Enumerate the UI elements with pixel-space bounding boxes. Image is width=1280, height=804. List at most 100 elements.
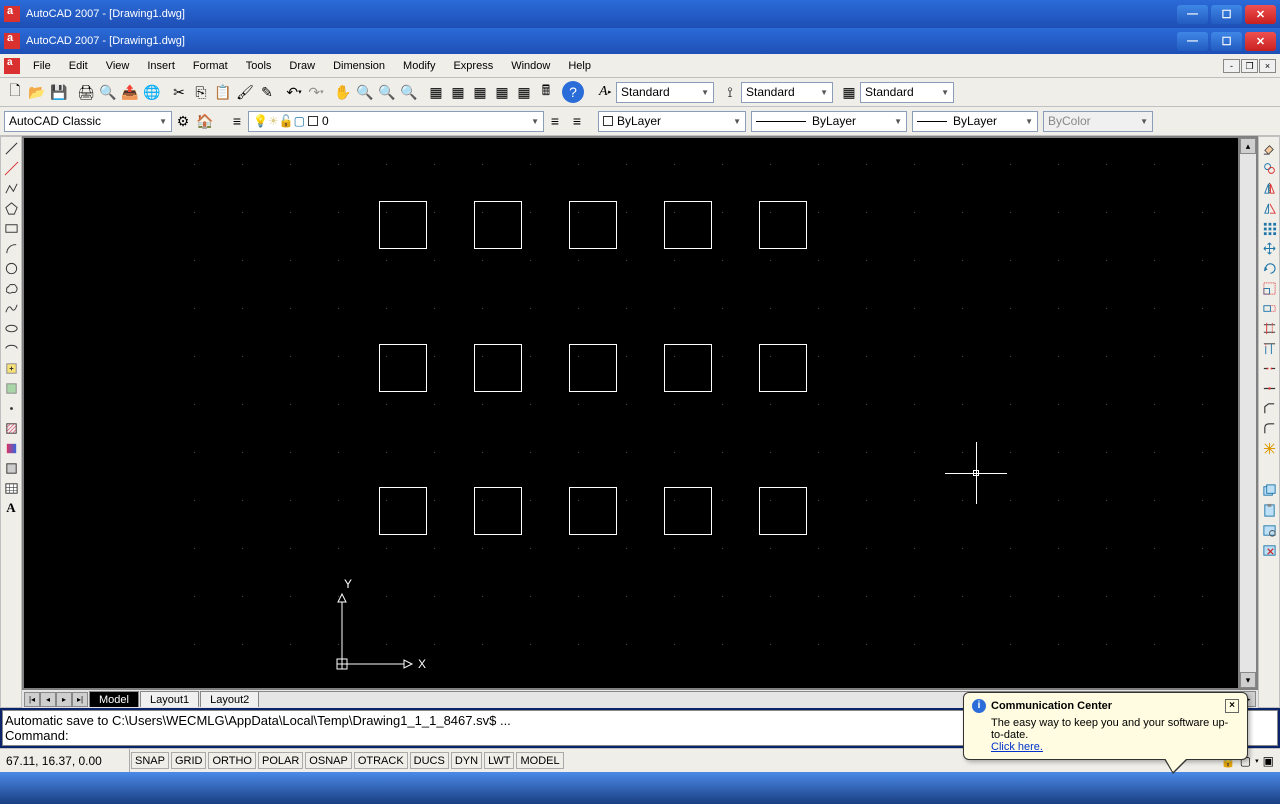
sheetset-button[interactable]: ▦	[491, 81, 513, 103]
mdi-minimize-button[interactable]: -	[1223, 59, 1240, 73]
copy-button[interactable]: ⎘	[190, 81, 212, 103]
drawn-square[interactable]	[759, 487, 807, 535]
erase-button[interactable]	[1260, 139, 1278, 157]
eraser-button[interactable]: ✎	[256, 81, 278, 103]
drawn-square[interactable]	[569, 487, 617, 535]
menu-express[interactable]: Express	[444, 57, 502, 75]
layer-dropdown[interactable]: 💡☀🔓▢ 0▼	[248, 111, 544, 132]
status-model-button[interactable]: MODEL	[516, 752, 563, 769]
mdi-close-button[interactable]: ×	[1259, 59, 1276, 73]
minimize-button[interactable]: —	[1177, 5, 1208, 24]
vertical-scrollbar[interactable]: ▴ ▾	[1240, 138, 1256, 688]
cut-button[interactable]: ✂	[168, 81, 190, 103]
zoom-realtime-button[interactable]: 🔍	[354, 81, 376, 103]
offset-button[interactable]	[1260, 199, 1278, 217]
toolpalettes-button[interactable]: ▦	[469, 81, 491, 103]
trim-button[interactable]	[1260, 319, 1278, 337]
array-button[interactable]	[1260, 219, 1278, 237]
ellipse-button[interactable]	[2, 319, 20, 337]
app-icon-small[interactable]	[4, 58, 20, 74]
inner-minimize-button[interactable]: —	[1177, 32, 1208, 51]
tab-first-button[interactable]: |◂	[24, 692, 40, 707]
menu-edit[interactable]: Edit	[60, 57, 97, 75]
undo-button[interactable]: ↶▾	[283, 81, 305, 103]
revcloud-button[interactable]	[2, 279, 20, 297]
drawn-square[interactable]	[664, 344, 712, 392]
gradient-button[interactable]	[2, 439, 20, 457]
point-button[interactable]	[2, 399, 20, 417]
drawn-square[interactable]	[664, 201, 712, 249]
open-button[interactable]: 📂	[26, 81, 48, 103]
window-copy-button[interactable]	[1260, 481, 1278, 499]
tablestyle-icon[interactable]: ▦	[838, 81, 860, 103]
xline-button[interactable]	[2, 159, 20, 177]
lineweight-dropdown[interactable]: ByLayer▼	[912, 111, 1038, 132]
drawn-square[interactable]	[474, 487, 522, 535]
explode-button[interactable]	[1260, 439, 1278, 457]
plot-preview-button[interactable]: 🔍	[97, 81, 119, 103]
rotate-button[interactable]	[1260, 259, 1278, 277]
inner-maximize-button[interactable]: ☐	[1211, 32, 1242, 51]
copy-tool-button[interactable]	[1260, 159, 1278, 177]
menu-draw[interactable]: Draw	[280, 57, 324, 75]
drawing-canvas[interactable]: X Y	[24, 138, 1238, 688]
menu-dimension[interactable]: Dimension	[324, 57, 394, 75]
status-cleanscreen-icon[interactable]: ▣	[1263, 754, 1274, 768]
workspace-dropdown[interactable]: AutoCAD Classic▼	[4, 111, 172, 132]
color-dropdown[interactable]: ByLayer▼	[598, 111, 746, 132]
pan-button[interactable]: ✋	[332, 81, 354, 103]
drawn-square[interactable]	[474, 201, 522, 249]
textstyle-icon[interactable]: A▸	[594, 81, 616, 103]
tab-prev-button[interactable]: ◂	[40, 692, 56, 707]
maximize-button[interactable]: ☐	[1211, 5, 1242, 24]
redo-button[interactable]: ↷▾	[305, 81, 327, 103]
scroll-up-button[interactable]: ▴	[1240, 138, 1256, 154]
menu-modify[interactable]: Modify	[394, 57, 444, 75]
region-button[interactable]	[2, 459, 20, 477]
tab-last-button[interactable]: ▸|	[72, 692, 88, 707]
dimstyle-icon[interactable]: ⟟	[719, 81, 741, 103]
menu-help[interactable]: Help	[559, 57, 600, 75]
new-button[interactable]: 🗋	[4, 81, 26, 103]
coordinates-readout[interactable]: 67.11, 16.37, 0.00	[0, 749, 130, 772]
menu-file[interactable]: File	[24, 57, 60, 75]
polyline-button[interactable]	[2, 179, 20, 197]
drawn-square[interactable]	[474, 344, 522, 392]
plot-button[interactable]: 🖨	[75, 81, 97, 103]
save-button[interactable]: 💾	[48, 81, 70, 103]
linetype-dropdown[interactable]: ByLayer▼	[751, 111, 907, 132]
close-button[interactable]: ✕	[1245, 5, 1276, 24]
drawn-square[interactable]	[569, 344, 617, 392]
menu-view[interactable]: View	[97, 57, 139, 75]
extend-button[interactable]	[1260, 339, 1278, 357]
communication-center-close-button[interactable]: ×	[1225, 699, 1239, 713]
arc-button[interactable]	[2, 239, 20, 257]
stretch-button[interactable]	[1260, 299, 1278, 317]
fillet-button[interactable]	[1260, 419, 1278, 437]
status-dyn-button[interactable]: DYN	[451, 752, 482, 769]
help-button[interactable]: ?	[562, 81, 584, 103]
markup-button[interactable]: ▦	[513, 81, 535, 103]
menu-tools[interactable]: Tools	[237, 57, 281, 75]
designcenter-button[interactable]: ▦	[447, 81, 469, 103]
drawn-square[interactable]	[759, 344, 807, 392]
tab-layout2[interactable]: Layout2	[200, 691, 259, 707]
tab-model[interactable]: Model	[89, 691, 139, 707]
mirror-button[interactable]	[1260, 179, 1278, 197]
status-options-icon[interactable]: ▾	[1255, 757, 1259, 765]
rectangle-button[interactable]	[2, 219, 20, 237]
menu-format[interactable]: Format	[184, 57, 237, 75]
mtext-button[interactable]: A	[2, 499, 20, 517]
dimstyle-dropdown[interactable]: Standard▼	[741, 82, 833, 103]
status-polar-button[interactable]: POLAR	[258, 752, 303, 769]
spline-button[interactable]	[2, 299, 20, 317]
layertools1-button[interactable]: ≡	[544, 110, 566, 132]
insertblock-button[interactable]	[2, 359, 20, 377]
hatch-button[interactable]	[2, 419, 20, 437]
workspace-settings-button[interactable]: ⚙	[172, 110, 194, 132]
publish-button[interactable]: 📤	[119, 81, 141, 103]
drawn-square[interactable]	[569, 201, 617, 249]
menu-window[interactable]: Window	[502, 57, 559, 75]
zoom-window-button[interactable]: 🔍	[376, 81, 398, 103]
taskbar[interactable]	[0, 772, 1280, 804]
